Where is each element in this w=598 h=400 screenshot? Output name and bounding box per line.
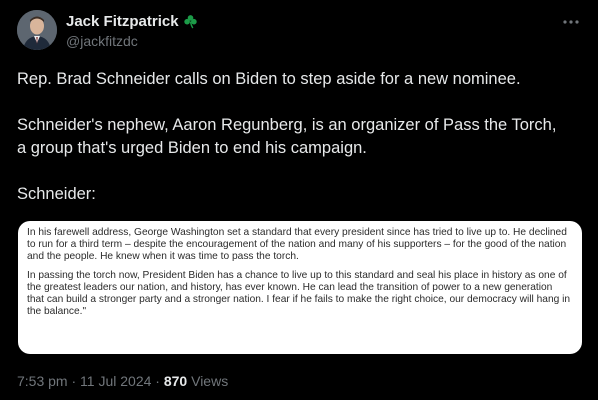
more-options-button[interactable] xyxy=(560,14,582,30)
statement-paragraph: In his farewell address, George Washingt… xyxy=(27,227,567,263)
tweet-text-line: a group that's urged Biden to end his ca… xyxy=(17,139,367,157)
author-info: Jack Fitzpatrick @jackfitzdc xyxy=(66,12,198,51)
shamrock-icon xyxy=(183,14,198,29)
tweet-text-line: Schneider's nephew, Aaron Regunberg, is … xyxy=(17,116,557,134)
tweet-time: 7:53 pm xyxy=(17,373,68,389)
statement-paragraph: In passing the torch now, President Bide… xyxy=(27,269,571,318)
meta-separator: · xyxy=(71,373,77,389)
author-display-name[interactable]: Jack Fitzpatrick xyxy=(66,12,198,31)
tweet-text-line: Schneider: xyxy=(17,185,96,203)
views-count: 870 xyxy=(163,373,188,389)
views-label: Views xyxy=(191,373,229,389)
author-handle[interactable]: @jackfitzdc xyxy=(66,32,198,51)
statement-image[interactable]: In his farewell address, George Washingt… xyxy=(18,221,582,354)
avatar-photo xyxy=(17,10,57,50)
author-display-name-text: Jack Fitzpatrick xyxy=(66,13,179,30)
meta-separator: · xyxy=(155,373,160,389)
avatar[interactable] xyxy=(17,10,57,50)
tweet-text-line: Rep. Brad Schneider calls on Biden to st… xyxy=(17,70,521,88)
tweet-date: 11 Jul 2024 xyxy=(80,373,152,389)
tweet: Jack Fitzpatrick @jackfitzdc Rep. Brad S… xyxy=(0,0,598,400)
timestamp-link[interactable]: 7:53 pm · 11 Jul 2024 xyxy=(17,373,151,389)
tweet-meta: 7:53 pm · 11 Jul 2024 · 870 Views xyxy=(17,373,228,389)
tweet-text: Rep. Brad Schneider calls on Biden to st… xyxy=(17,68,587,206)
more-horizontal-icon xyxy=(563,20,579,24)
